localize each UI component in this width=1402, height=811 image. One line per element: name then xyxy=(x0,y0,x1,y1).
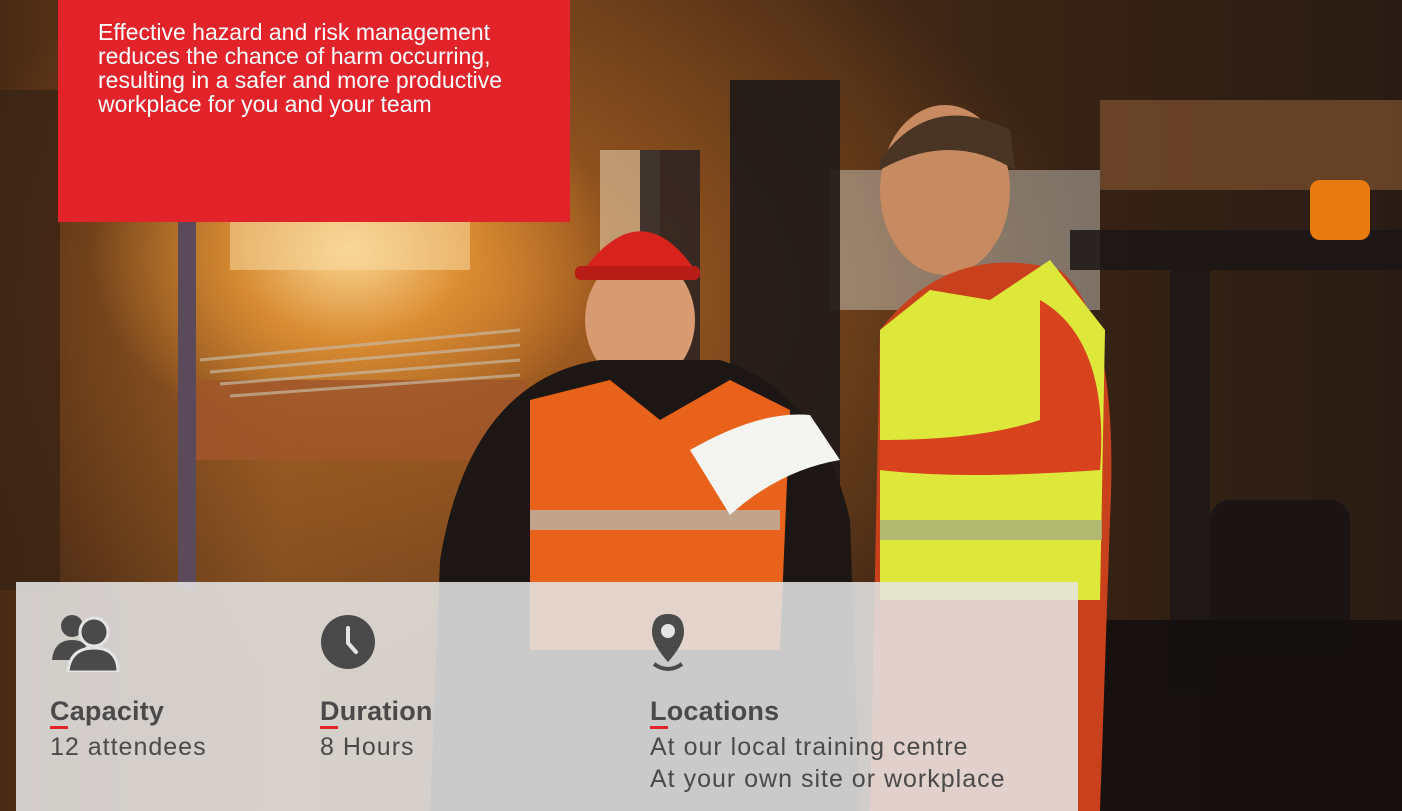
reflective-strip xyxy=(880,520,1102,540)
shelf-post xyxy=(178,200,196,590)
clock-icon xyxy=(321,615,375,669)
location-option: At your own site or workplace xyxy=(650,765,1006,793)
location-pin-icon xyxy=(652,614,684,671)
location-option: At our local training centre xyxy=(650,733,969,761)
quote-box: Effective hazard and risk management red… xyxy=(58,0,570,222)
locations-label: Locations xyxy=(650,696,780,729)
reflective-strip xyxy=(530,510,780,530)
quote-text: Effective hazard and risk management red… xyxy=(98,19,502,117)
locations-block: Locations At our local training centre A… xyxy=(650,612,1006,795)
locations-value: At our local training centre At your own… xyxy=(650,731,1006,795)
duration-block: Duration 8 Hours xyxy=(320,612,433,763)
duration-value-text: 8 Hours xyxy=(320,733,415,761)
course-info-panel: Capacity 12 attendees Duration 8 Hours L… xyxy=(16,582,1078,811)
duration-label: Duration xyxy=(320,696,433,729)
capacity-value-text: 12 attendees xyxy=(50,733,207,761)
duration-value: 8 Hours xyxy=(320,731,433,763)
hard-hat-brim xyxy=(575,266,700,280)
capacity-block: Capacity 12 attendees xyxy=(50,612,207,763)
capacity-value: 12 attendees xyxy=(50,731,207,763)
capacity-label: Capacity xyxy=(50,696,165,729)
people-icon xyxy=(52,615,120,672)
lumber-rack xyxy=(1100,100,1402,190)
forklift-body xyxy=(1100,620,1402,811)
beacon-light xyxy=(1310,180,1370,240)
shelf-left xyxy=(0,90,60,590)
